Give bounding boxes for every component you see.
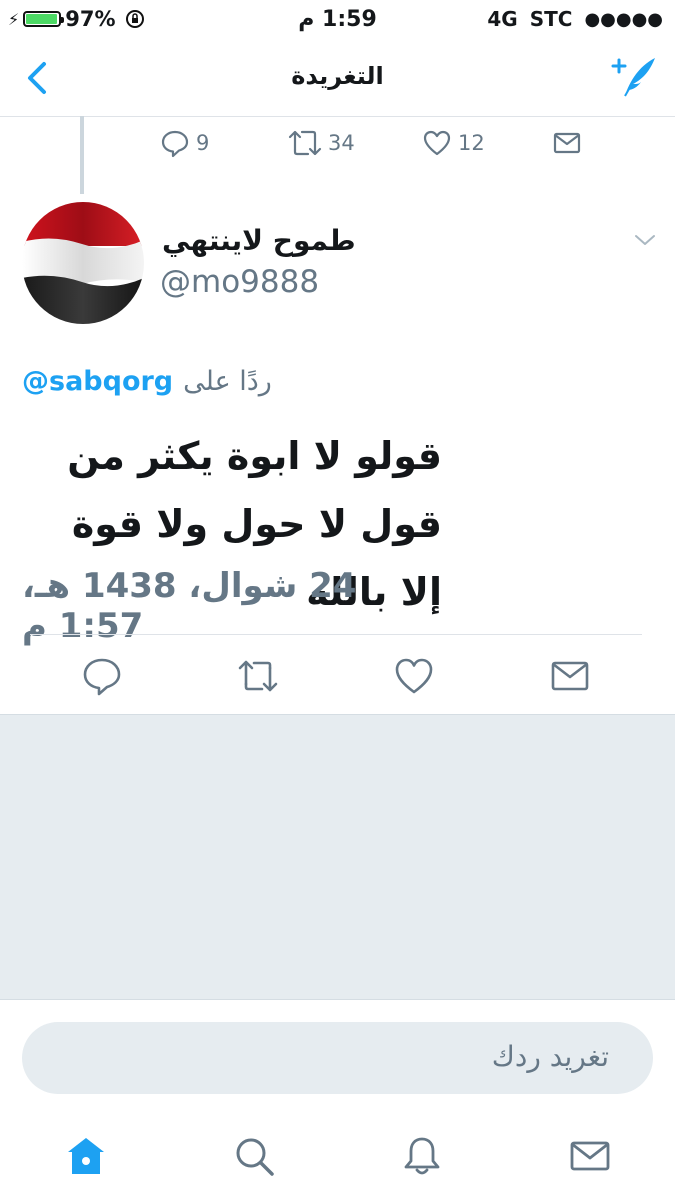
- bell-icon[interactable]: [400, 1134, 444, 1178]
- network-type: 4G: [487, 7, 518, 31]
- reply-icon: [161, 130, 189, 158]
- avatar-flag-image: [22, 202, 144, 324]
- reply-context: @sabqorg ردًا على: [22, 366, 272, 397]
- nav-bar: التغريدة: [0, 40, 675, 117]
- user-handle[interactable]: @mo9888: [160, 264, 319, 300]
- previous-tweet-actions: 9 34 12: [0, 128, 675, 168]
- prev-reply-button[interactable]: 9: [160, 128, 209, 158]
- carrier-status: 4G STC ●●●●●: [487, 7, 663, 31]
- empty-replies-area: [0, 714, 675, 1000]
- chevron-down-icon[interactable]: [632, 230, 658, 250]
- tweet-actions: [0, 654, 675, 698]
- prev-like-button[interactable]: 12: [422, 128, 485, 158]
- compose-feather-icon[interactable]: [611, 54, 657, 100]
- page-title: التغريدة: [291, 62, 384, 90]
- reply-input[interactable]: تغريد ردك: [22, 1022, 653, 1094]
- home-icon[interactable]: [64, 1134, 108, 1178]
- retweet-count: 34: [328, 131, 355, 155]
- display-name[interactable]: طموح لاينتهي: [162, 224, 356, 257]
- search-icon[interactable]: [232, 1134, 276, 1178]
- heart-icon[interactable]: [392, 654, 436, 698]
- tweet-text: قولو لا ابوة يكثر من: [22, 422, 442, 490]
- heart-icon: [423, 130, 451, 156]
- retweet-icon[interactable]: [236, 654, 280, 698]
- prev-dm-button[interactable]: [552, 128, 582, 158]
- reply-mention-link[interactable]: @sabqorg: [22, 366, 173, 397]
- envelope-icon[interactable]: [568, 1134, 612, 1178]
- like-count: 12: [458, 131, 485, 155]
- tweet-text-line-1: قولو لا ابوة يكثر من: [67, 434, 442, 478]
- retweet-icon: [288, 130, 322, 156]
- avatar[interactable]: [22, 202, 144, 324]
- reply-count: 9: [196, 131, 210, 155]
- reply-placeholder: تغريد ردك: [491, 1040, 609, 1073]
- signal-strength: ●●●●●: [584, 8, 663, 30]
- prev-retweet-button[interactable]: 34: [288, 128, 355, 158]
- reply-prefix: ردًا على: [183, 366, 272, 397]
- envelope-icon: [553, 132, 581, 154]
- envelope-icon[interactable]: [548, 654, 592, 698]
- tab-bar: [0, 1124, 675, 1194]
- reply-icon[interactable]: [80, 654, 124, 698]
- status-bar: ⚡ 97% 1:59 م 4G STC ●●●●●: [0, 0, 675, 38]
- carrier-name: STC: [529, 7, 573, 31]
- divider: [30, 634, 642, 635]
